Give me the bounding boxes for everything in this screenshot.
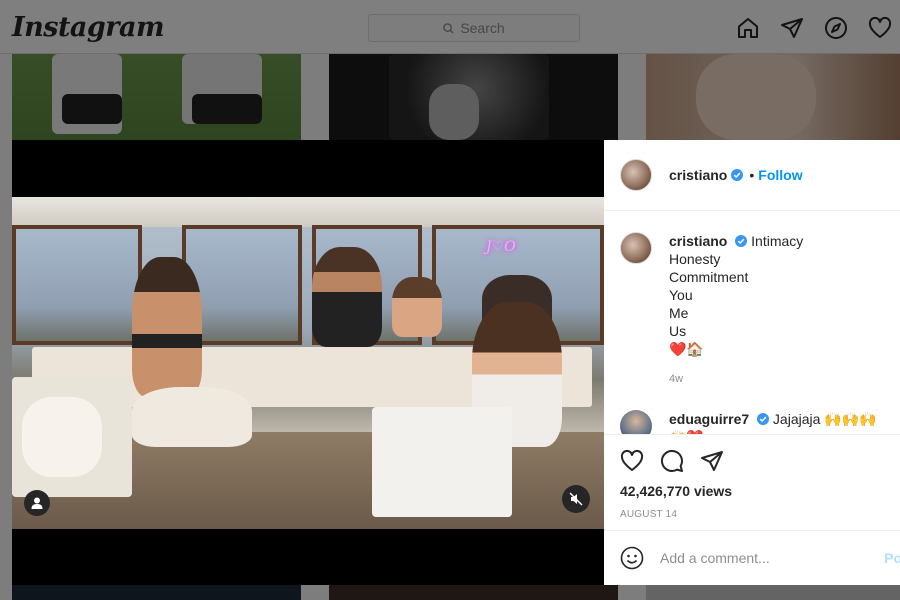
caption-line: Intimacy bbox=[751, 233, 804, 249]
post-comment-button[interactable]: Po bbox=[884, 550, 900, 566]
verified-badge-icon bbox=[757, 413, 770, 425]
add-comment-bar: Po bbox=[604, 530, 900, 585]
caption-line: Me bbox=[669, 305, 689, 321]
commenter-username[interactable]: eduaguirre7 bbox=[669, 411, 749, 427]
caption-timestamp[interactable]: 4w bbox=[669, 370, 803, 388]
speaker-muted-icon bbox=[569, 492, 583, 506]
post-date[interactable]: AUGUST 14 bbox=[620, 509, 884, 520]
commenter-avatar[interactable] bbox=[620, 410, 652, 434]
comment-item: eduaguirre7 Jajajaja 🙌🙌🙌🙌❤️ ❤️❤️❤️❤️❤️❤️… bbox=[620, 410, 884, 434]
post-video[interactable]: J♡O bbox=[12, 197, 604, 529]
mute-toggle-button[interactable] bbox=[562, 485, 590, 513]
user-icon bbox=[31, 497, 43, 509]
post-actions: 42,426,770 views AUGUST 14 bbox=[604, 434, 900, 520]
like-heart-icon[interactable] bbox=[620, 449, 644, 473]
emoji-smiley-icon[interactable] bbox=[620, 546, 644, 570]
caption-username[interactable]: cristiano bbox=[669, 233, 727, 249]
post-header: cristiano • Follow bbox=[604, 140, 900, 211]
author-username[interactable]: cristiano bbox=[669, 167, 727, 183]
caption-line: Commitment bbox=[669, 269, 749, 285]
tagged-users-button[interactable] bbox=[24, 490, 50, 516]
caption-line: ❤️🏠 bbox=[669, 341, 704, 357]
verified-badge-icon bbox=[735, 235, 748, 247]
comments-section[interactable]: cristiano Intimacy Honesty Commitment Yo… bbox=[604, 212, 900, 434]
neon-sign: J♡O bbox=[486, 239, 516, 255]
separator-dot: • bbox=[749, 167, 755, 183]
caption-line: You bbox=[669, 287, 693, 303]
caption-author-avatar[interactable] bbox=[620, 232, 652, 264]
author-avatar[interactable] bbox=[620, 159, 652, 191]
follow-button[interactable]: Follow bbox=[758, 167, 802, 183]
verified-badge-icon bbox=[731, 169, 744, 181]
post-sidebar: cristiano • Follow cristiano Intimacy Ho… bbox=[604, 140, 900, 585]
add-comment-input[interactable] bbox=[660, 550, 880, 566]
post-modal: J♡O cristiano • Follow cristiano Intimac… bbox=[12, 140, 900, 585]
caption: cristiano Intimacy Honesty Commitment Yo… bbox=[620, 232, 884, 388]
share-direct-icon[interactable] bbox=[700, 449, 724, 473]
comment-bubble-icon[interactable] bbox=[660, 449, 684, 473]
caption-line: Honesty bbox=[669, 251, 721, 267]
caption-line: Us bbox=[669, 323, 687, 339]
post-media[interactable]: J♡O bbox=[12, 140, 604, 585]
view-count[interactable]: 42,426,770 views bbox=[620, 483, 884, 499]
